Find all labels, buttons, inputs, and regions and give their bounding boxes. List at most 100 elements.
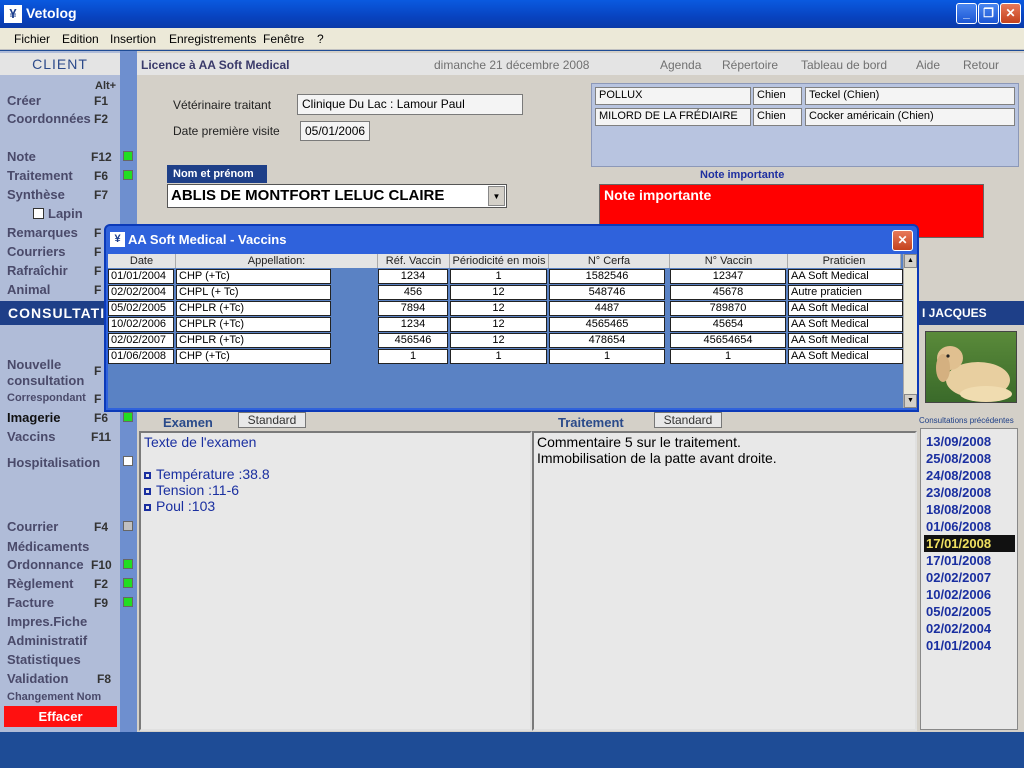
nav-aide[interactable]: Aide [916, 58, 940, 72]
consultation-date[interactable]: 23/08/2008 [924, 484, 1015, 501]
vaccin-cell[interactable]: 01/01/2004 [108, 269, 174, 284]
animal-name[interactable]: POLLUX [595, 87, 751, 105]
vaccin-cell[interactable]: Autre praticien [788, 285, 903, 300]
vaccin-cell[interactable]: 1 [670, 349, 786, 364]
consultation-date[interactable]: 24/08/2008 [924, 467, 1015, 484]
animal-species[interactable]: Chien [753, 108, 802, 126]
consultation-date[interactable]: 13/09/2008 [924, 433, 1015, 450]
vaccin-cell[interactable]: CHPLR (+Tc) [176, 317, 331, 332]
vaccin-cell[interactable]: 12 [450, 301, 547, 316]
traitement-standard-button[interactable]: Standard [654, 412, 722, 428]
sidebar-item-courriers[interactable]: Courriers [7, 244, 66, 259]
effacer-button[interactable]: Effacer [4, 706, 117, 727]
consultation-date[interactable]: 01/01/2004 [924, 637, 1015, 654]
vaccin-cell[interactable]: AA Soft Medical [788, 269, 903, 284]
sidebar-item-statistiques[interactable]: Statistiques [7, 652, 81, 667]
vaccin-cell[interactable]: 478654 [549, 333, 665, 348]
sidebar-item-facture[interactable]: Facture [7, 595, 54, 610]
vaccin-cell[interactable]: 12347 [670, 269, 786, 284]
vaccin-cell[interactable]: 1 [450, 349, 547, 364]
vaccin-cell[interactable]: 7894 [378, 301, 448, 316]
sidebar-item-imagerie[interactable]: Imagerie [7, 410, 60, 425]
traitement-text-area[interactable]: Commentaire 5 sur le traitement. Immobil… [532, 431, 917, 731]
menu-insertion[interactable]: Insertion [110, 32, 156, 46]
consultation-date[interactable]: 02/02/2004 [924, 620, 1015, 637]
vaccin-cell[interactable]: 1 [450, 269, 547, 284]
sidebar-item-traitement[interactable]: Traitement [7, 168, 73, 183]
consultation-date[interactable]: 01/06/2008 [924, 518, 1015, 535]
sidebar-item-correspondant[interactable]: Correspondant [7, 392, 86, 404]
consultation-date[interactable]: 05/02/2005 [924, 603, 1015, 620]
sidebar-item-hospitalisation[interactable]: Hospitalisation [7, 455, 100, 470]
vaccin-cell[interactable]: 4565465 [549, 317, 665, 332]
vaccin-cell[interactable]: 12 [450, 317, 547, 332]
scroll-down-icon[interactable]: ▼ [904, 394, 917, 408]
nav-retour[interactable]: Retour [963, 58, 999, 72]
hospitalisation-checkbox[interactable] [123, 456, 133, 466]
sidebar-item-synthese[interactable]: Synthèse [7, 187, 65, 202]
vaccin-cell[interactable]: 1234 [378, 269, 448, 284]
sidebar-item-note[interactable]: Note [7, 149, 36, 164]
sidebar-item-rafraichir[interactable]: Rafraîchir [7, 263, 68, 278]
vaccin-cell[interactable]: 12 [450, 285, 547, 300]
vaccin-cell[interactable]: 02/02/2004 [108, 285, 174, 300]
minimize-button[interactable]: _ [956, 3, 977, 24]
vet-field[interactable]: Clinique Du Lac : Lamour Paul [297, 94, 523, 115]
sidebar-item-nouvelle[interactable]: Nouvelle [7, 357, 61, 372]
vaccin-cell[interactable]: AA Soft Medical [788, 317, 903, 332]
vaccin-cell[interactable]: 02/02/2007 [108, 333, 174, 348]
sidebar-item-changement-nom[interactable]: Changement Nom [7, 691, 101, 703]
vaccin-cell[interactable]: 1234 [378, 317, 448, 332]
sidebar-item-medicaments[interactable]: Médicaments [7, 539, 89, 554]
consultation-date[interactable]: 18/08/2008 [924, 501, 1015, 518]
first-visit-field[interactable]: 05/01/2006 [300, 121, 370, 141]
scroll-up-icon[interactable]: ▲ [904, 254, 917, 268]
animal-species[interactable]: Chien [753, 87, 802, 105]
sidebar-item-consultation[interactable]: consultation [7, 373, 84, 388]
animal-breed[interactable]: Cocker américain (Chien) [805, 108, 1015, 126]
vaccin-cell[interactable]: CHP (+Tc) [176, 349, 331, 364]
sidebar-item-animal[interactable]: Animal [7, 282, 50, 297]
sidebar-item-remarques[interactable]: Remarques [7, 225, 78, 240]
vaccin-cell[interactable]: 1 [549, 349, 665, 364]
animal-breed[interactable]: Teckel (Chien) [805, 87, 1015, 105]
examen-text-area[interactable]: Texte de l'examen Température :38.8 Tens… [139, 431, 532, 731]
menu-edition[interactable]: Edition [62, 32, 99, 46]
vaccin-cell[interactable]: 01/06/2008 [108, 349, 174, 364]
sidebar-item-ordonnance[interactable]: Ordonnance [7, 557, 84, 572]
vaccins-scrollbar[interactable]: ▲ ▼ [903, 254, 917, 408]
vaccin-cell[interactable]: CHPLR (+Tc) [176, 333, 331, 348]
vaccin-cell[interactable]: 4487 [549, 301, 665, 316]
vaccin-cell[interactable]: 1 [378, 349, 448, 364]
sidebar-item-creer[interactable]: Créer [7, 93, 41, 108]
vaccin-cell[interactable]: 05/02/2005 [108, 301, 174, 316]
vaccin-cell[interactable]: 548746 [549, 285, 665, 300]
examen-standard-button[interactable]: Standard [238, 412, 306, 428]
vaccin-cell[interactable]: 456546 [378, 333, 448, 348]
consultation-date[interactable]: 17/01/2008 [924, 552, 1015, 569]
nav-repertoire[interactable]: Répertoire [722, 58, 778, 72]
consultation-date[interactable]: 10/02/2006 [924, 586, 1015, 603]
vaccin-cell[interactable]: CHP (+Tc) [176, 269, 331, 284]
consultation-date[interactable]: 25/08/2008 [924, 450, 1015, 467]
vaccin-cell[interactable]: 12 [450, 333, 547, 348]
vaccin-cell[interactable]: AA Soft Medical [788, 301, 903, 316]
vaccin-cell[interactable]: 45678 [670, 285, 786, 300]
dialog-close-button[interactable]: ✕ [892, 230, 913, 251]
lapin-checkbox[interactable] [33, 208, 44, 219]
menu-help[interactable]: ? [317, 32, 324, 46]
sidebar-item-coordonnees[interactable]: Coordonnées [7, 111, 91, 126]
animal-name[interactable]: MILORD DE LA FRÉDIAIRE [595, 108, 751, 126]
sidebar-item-impres-fiche[interactable]: Impres.Fiche [7, 614, 87, 629]
menu-enregistrements[interactable]: Enregistrements [169, 32, 256, 46]
vaccin-cell[interactable]: CHPLR (+Tc) [176, 301, 331, 316]
client-name-select[interactable]: ABLIS DE MONTFORT LELUC CLAIRE ▼ [167, 184, 507, 208]
sidebar-item-administratif[interactable]: Administratif [7, 633, 87, 648]
sidebar-item-vaccins[interactable]: Vaccins [7, 429, 55, 444]
consultation-date-selected[interactable]: 17/01/2008 [924, 535, 1015, 552]
vaccin-cell[interactable]: 456 [378, 285, 448, 300]
menu-fichier[interactable]: Fichier [14, 32, 50, 46]
vaccin-cell[interactable]: AA Soft Medical [788, 349, 903, 364]
vaccin-cell[interactable]: CHPL (+ Tc) [176, 285, 331, 300]
vaccin-cell[interactable]: 45654 [670, 317, 786, 332]
